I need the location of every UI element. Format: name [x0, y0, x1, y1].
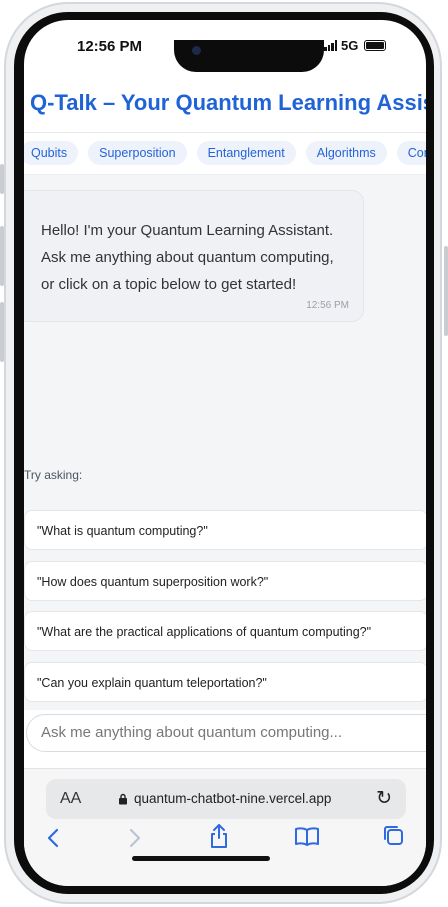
message-text: Hello! I'm your Quantum Learning Assista… [41, 222, 334, 293]
power-button [444, 246, 448, 336]
topic-chip-algorithms[interactable]: Algorithms [305, 141, 387, 165]
chat-area: Hello! I'm your Quantum Learning Assista… [24, 175, 426, 710]
address-bar[interactable]: AA quantum-chatbot-nine.vercel.app ↻ [46, 779, 406, 819]
forward-icon[interactable] [128, 827, 142, 855]
network-label: 5G [341, 38, 359, 53]
mute-switch [0, 164, 4, 194]
chat-input[interactable]: Ask me anything about quantum computing.… [26, 714, 426, 752]
page-title: Q-Talk – Your Quantum Learning Assistant [30, 90, 426, 115]
assistant-message: Hello! I'm your Quantum Learning Assista… [24, 190, 364, 322]
url-display[interactable]: quantum-chatbot-nine.vercel.app [118, 791, 331, 806]
back-icon[interactable] [46, 827, 60, 855]
signal-icon [324, 40, 337, 51]
reload-icon[interactable]: ↻ [376, 787, 392, 809]
topic-chip-entanglement[interactable]: Entanglement [196, 141, 296, 165]
screen: 12:56 PM 5G Q-Talk – Your Quantum Learni… [24, 20, 426, 886]
url-text: quantum-chatbot-nine.vercel.app [134, 791, 332, 806]
tabs-icon[interactable] [382, 824, 404, 852]
topic-chips: Qubits Superposition Entanglement Algori… [24, 141, 426, 165]
suggestions-label: Try asking: [24, 468, 83, 482]
suggestion-button[interactable]: "How does quantum superposition work?" [24, 561, 426, 601]
battery-icon [364, 40, 387, 51]
divider [24, 132, 426, 133]
suggestion-button[interactable]: "What are the practical applications of … [24, 611, 426, 651]
topic-chip-computing[interactable]: Computing [396, 141, 426, 165]
bookmarks-icon[interactable] [294, 825, 320, 853]
camera-icon [192, 46, 201, 55]
suggestion-button[interactable]: "What is quantum computing?" [24, 510, 426, 550]
status-indicators: 5G [324, 38, 387, 53]
message-timestamp: 12:56 PM [306, 300, 349, 311]
text-size-button[interactable]: AA [60, 790, 81, 808]
volume-down-button [0, 302, 4, 362]
browser-toolbar: AA quantum-chatbot-nine.vercel.app ↻ [24, 768, 426, 886]
status-time: 12:56 PM [77, 38, 143, 55]
topic-chip-superposition[interactable]: Superposition [88, 141, 187, 165]
volume-up-button [0, 226, 4, 286]
notch [174, 40, 324, 72]
topic-chip-qubits[interactable]: Qubits [24, 141, 79, 165]
device-frame: 12:56 PM 5G Q-Talk – Your Quantum Learni… [0, 0, 448, 907]
suggestion-button[interactable]: "Can you explain quantum teleportation?" [24, 662, 426, 702]
lock-icon [119, 793, 127, 804]
share-icon[interactable] [208, 823, 230, 855]
home-indicator [132, 856, 270, 861]
composer: Ask me anything about quantum computing.… [24, 710, 426, 770]
